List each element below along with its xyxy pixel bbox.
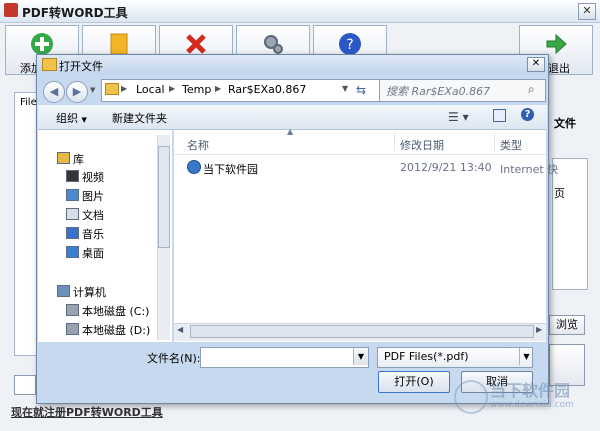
file-type: Internet 快 — [500, 163, 559, 176]
right-fragment-file: 文件 — [554, 117, 576, 130]
delete-icon — [186, 34, 206, 54]
column-type[interactable]: 类型 — [500, 137, 522, 153]
filetype-dropdown-icon[interactable]: ▼ — [519, 348, 533, 365]
app-title: PDF转WORD工具 — [22, 6, 128, 20]
refresh-icon[interactable]: ⇆ — [356, 83, 366, 97]
dialog-titlebar: 打开文件 ✕ — [37, 55, 548, 73]
scroll-right-icon[interactable]: ▶ — [536, 325, 542, 334]
svg-text:?: ? — [346, 37, 353, 53]
back-button[interactable]: ◀ — [43, 81, 65, 103]
search-placeholder: 搜索 Rar$EXa0.867 — [386, 85, 491, 98]
search-icon[interactable]: ⌕ — [528, 82, 535, 97]
nav-item-label[interactable]: 库 — [73, 151, 84, 167]
settings-icon — [264, 35, 283, 54]
column-name[interactable]: 名称 — [187, 137, 209, 153]
filename-label: 文件名(N): — [147, 352, 201, 365]
nav-item-label[interactable]: 计算机 — [73, 284, 106, 300]
breadcrumb-local[interactable]: Local — [136, 83, 165, 96]
watermark-logo-icon — [454, 380, 488, 414]
navigation-scroll-thumb[interactable] — [158, 146, 170, 248]
breadcrumb-chevron-icon[interactable]: ▶ — [121, 84, 127, 93]
new-folder-button[interactable]: 新建文件夹 — [112, 110, 167, 126]
filetype-value: PDF Files(*.pdf) — [384, 350, 469, 363]
music-icon — [66, 227, 79, 239]
drive-d-icon — [66, 323, 79, 335]
breadcrumb-chevron-icon[interactable]: ▶ — [169, 84, 175, 93]
preview-pane-icon[interactable] — [493, 109, 506, 122]
column-divider — [394, 133, 395, 151]
file-date: 2012/9/21 13:40 — [400, 161, 492, 174]
back-arrow-icon: ◀ — [49, 85, 59, 98]
app-close-button[interactable]: ✕ — [578, 3, 596, 20]
library-icon — [57, 152, 70, 164]
pictures-icon — [66, 189, 79, 201]
horizontal-scroll-thumb[interactable] — [190, 325, 534, 338]
nav-item-label[interactable]: 桌面 — [82, 245, 104, 261]
history-dropdown-icon[interactable]: ▼ — [90, 86, 95, 94]
view-options-icon[interactable]: ☰ ▾ — [448, 110, 469, 124]
column-divider — [494, 133, 495, 151]
dialog-title: 打开文件 — [59, 60, 103, 73]
forward-arrow-icon: ▶ — [72, 85, 82, 98]
documents-icon — [66, 208, 79, 220]
desktop-icon — [66, 246, 79, 258]
right-list-panel — [552, 158, 588, 290]
forward-button[interactable]: ▶ — [66, 81, 88, 103]
video-icon — [66, 170, 79, 182]
sort-ascending-icon: ▲ — [287, 127, 294, 136]
dialog-close-button[interactable]: ✕ — [527, 57, 545, 72]
open-file-dialog: 打开文件 ✕ ◀ ▶ ▼ ▶ Local ▶ Temp ▶ Rar$EXa0.8… — [36, 54, 558, 404]
nav-item-label[interactable]: 视频 — [82, 169, 104, 185]
help-icon[interactable]: ? — [521, 108, 534, 121]
nav-item-label[interactable]: 本地磁盘 (C:) — [82, 303, 149, 319]
computer-icon — [57, 285, 70, 297]
filename-input[interactable] — [200, 347, 369, 368]
breadcrumb-folder[interactable]: Rar$EXa0.867 — [228, 83, 306, 96]
nav-item-label[interactable]: 文档 — [82, 207, 104, 223]
watermark-url: www.downxia.com — [490, 400, 574, 410]
add-icon — [31, 33, 53, 55]
folder-icon — [110, 33, 128, 55]
file-name[interactable]: 当下软件园 — [203, 161, 258, 177]
output-path-field[interactable] — [14, 375, 36, 395]
breadcrumb-chevron-icon[interactable]: ▶ — [215, 84, 221, 93]
browse-button[interactable]: 浏览 — [549, 315, 585, 335]
file-list-header: File — [20, 97, 37, 108]
address-folder-icon — [105, 83, 119, 95]
column-header-row — [174, 132, 546, 155]
nav-item-label[interactable]: 图片 — [82, 188, 104, 204]
nav-item-label[interactable]: 音乐 — [82, 226, 104, 242]
open-button[interactable]: 打开(O) — [378, 371, 450, 393]
watermark-text: 当下软件园 — [490, 381, 571, 400]
help-icon: ? — [339, 33, 361, 55]
chevron-down-icon: ▼ — [81, 116, 87, 124]
scroll-left-icon[interactable]: ◀ — [177, 325, 183, 334]
app-titlebar: PDF转WORD工具 ✕ — [0, 0, 600, 23]
organize-menu[interactable]: 组织 ▼ — [56, 110, 87, 126]
breadcrumb-temp[interactable]: Temp — [182, 83, 211, 96]
app-logo-icon — [4, 3, 18, 17]
internet-shortcut-icon — [187, 160, 201, 174]
right-fragment-page: 页 — [554, 187, 565, 200]
filename-dropdown-icon[interactable]: ▼ — [353, 348, 368, 365]
exit-arrow-icon — [546, 33, 567, 55]
exit-button-label: 退出 — [548, 62, 570, 75]
organize-label: 组织 — [56, 112, 78, 125]
nav-item-label[interactable]: 本地磁盘 (D:) — [82, 322, 150, 338]
column-date[interactable]: 修改日期 — [400, 137, 444, 153]
address-dropdown-icon[interactable]: ▼ — [342, 84, 348, 93]
folder-open-icon — [42, 58, 57, 71]
register-link[interactable]: 现在就注册PDF转WORD工具 — [11, 404, 163, 420]
drive-c-icon — [66, 304, 79, 316]
